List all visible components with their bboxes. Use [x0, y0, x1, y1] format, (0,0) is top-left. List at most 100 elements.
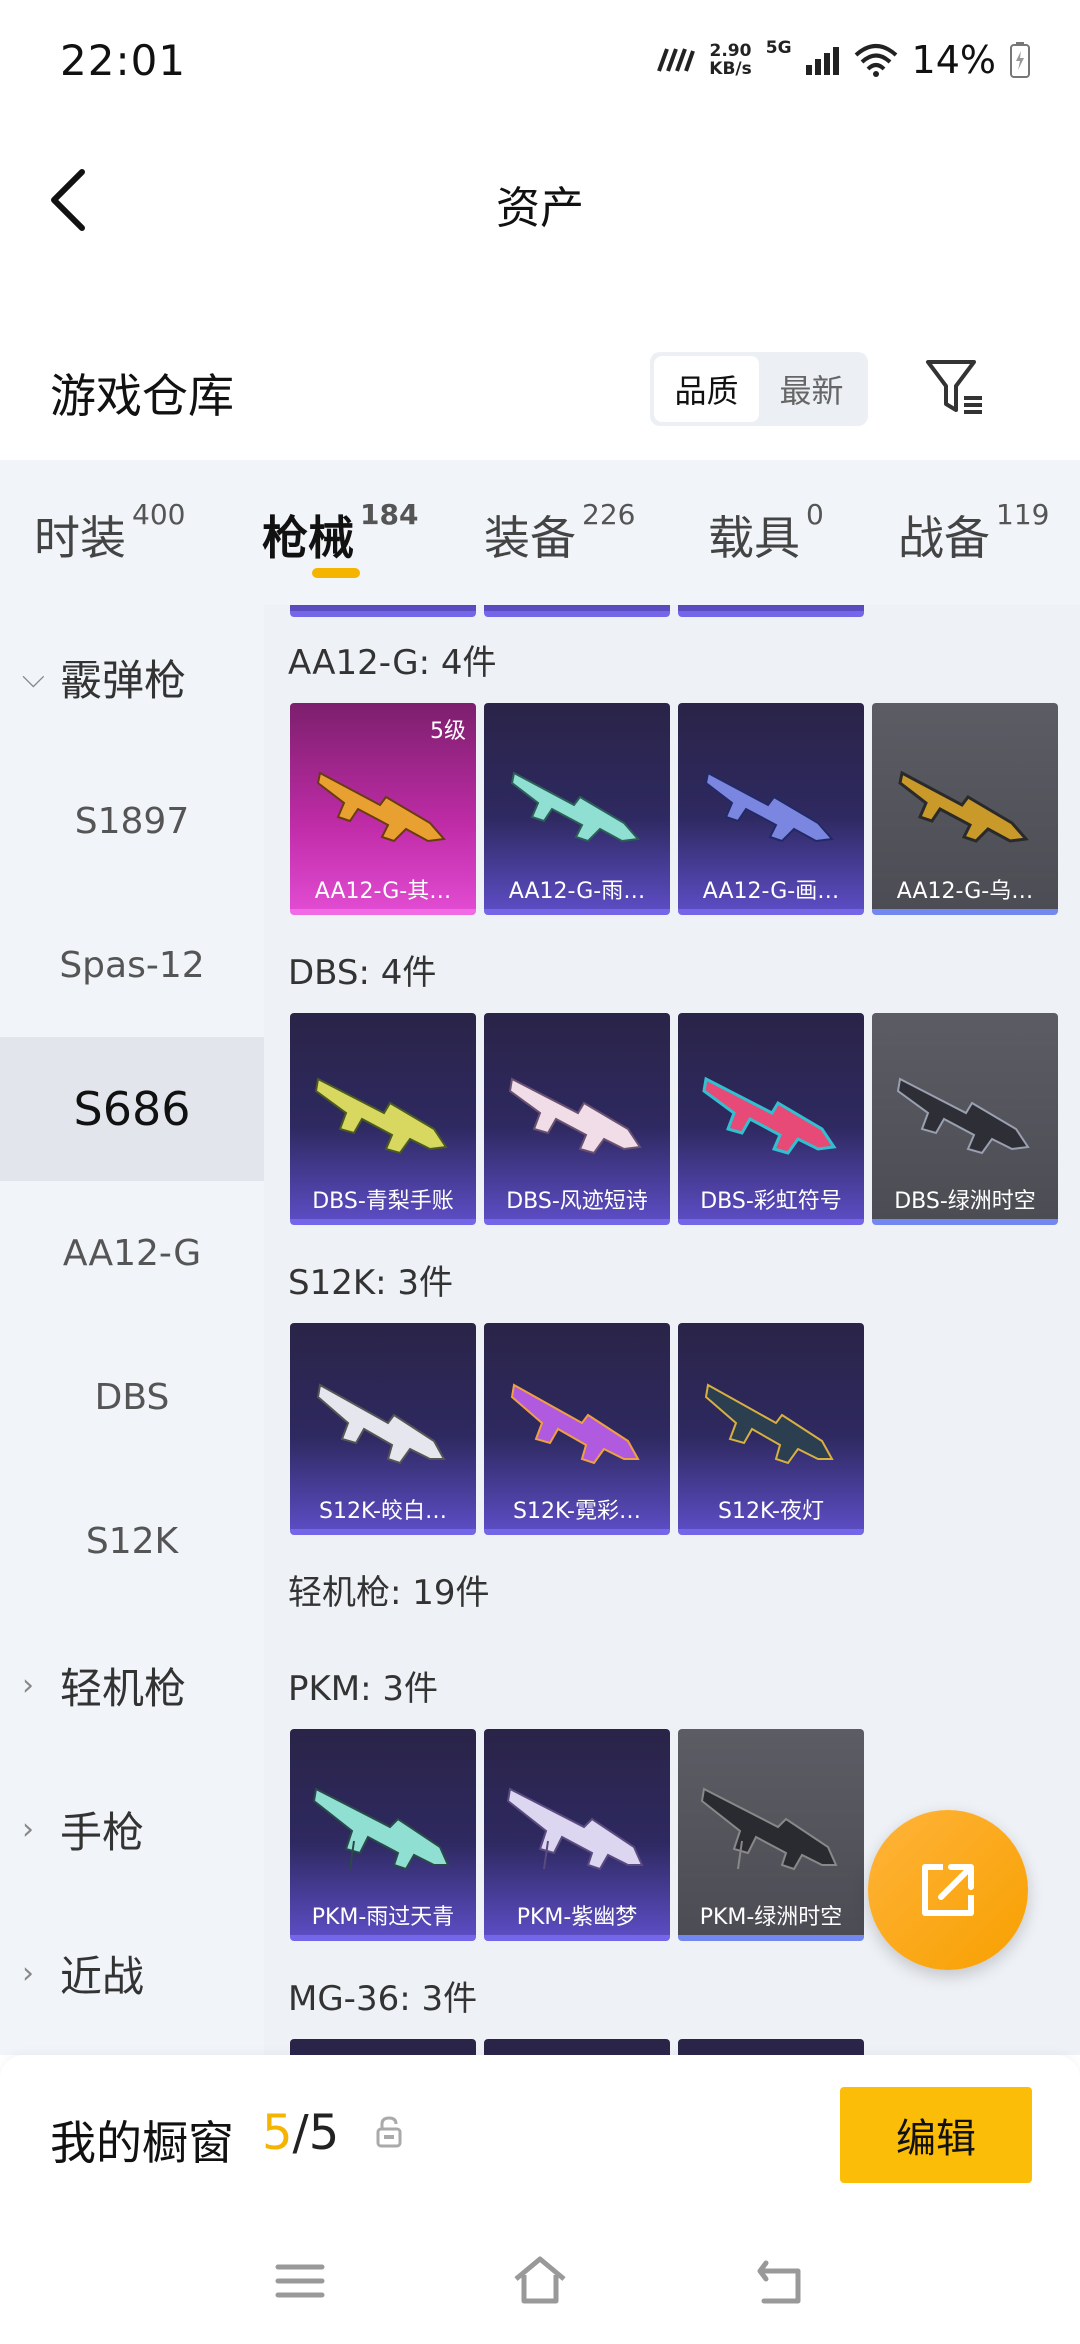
share-external-icon	[922, 1864, 974, 1916]
showcase-count: 5/5	[262, 2105, 340, 2161]
weapon-card[interactable]: DBS-青梨手账	[290, 1013, 476, 1225]
page-title: 资产	[496, 183, 584, 234]
section-title-mg36: MG-36: 3件	[288, 1979, 478, 2019]
weapon-card-name: S12K-皎白…	[318, 1499, 447, 1524]
gun-image-icon	[898, 770, 1029, 843]
weapon-card[interactable]: AA12-G-画…	[678, 703, 864, 915]
weapon-card-partial[interactable]	[484, 2039, 670, 2055]
sidebar-item-dbs[interactable]: DBS	[0, 1325, 264, 1469]
status-icons: 2.90 KB/s 5G 14%	[655, 38, 1030, 82]
gun-image-icon	[510, 1383, 640, 1465]
sidebar-group-pistol[interactable]: › 手枪	[0, 1757, 264, 1901]
sidebar-group-shotgun[interactable]: ⌵ 霰弹枪	[0, 605, 264, 749]
status-bar: 22:01 2.90 KB/s 5G 14%	[0, 0, 1080, 120]
weapon-card-name: PKM-紫幽梦	[516, 1905, 638, 1930]
weapon-card[interactable]: S12K-皎白…	[290, 1323, 476, 1535]
weapon-card-name: DBS-绿洲时空	[894, 1189, 1036, 1214]
sidebar-item-s686[interactable]: S686	[0, 1037, 264, 1181]
gun-image-icon	[510, 771, 640, 843]
battery-icon	[1010, 42, 1030, 78]
status-time: 22:01	[60, 36, 187, 85]
section-title-pkm: PKM: 3件	[288, 1669, 439, 1709]
chevron-right-icon: ›	[22, 1811, 34, 1847]
wifi-icon	[854, 44, 897, 77]
sort-newest-button[interactable]: 最新	[759, 356, 864, 422]
edit-button[interactable]: 编辑	[840, 2087, 1032, 2183]
weapon-card-name: AA12-G-其…	[314, 879, 452, 904]
chevron-down-icon: ⌵	[22, 659, 45, 695]
gun-image-icon	[896, 1077, 1030, 1155]
gun-image-icon	[702, 1076, 837, 1155]
sidebar-item-s1897[interactable]: S1897	[0, 749, 264, 893]
back-icon[interactable]	[752, 2253, 808, 2309]
sidebar-group-melee[interactable]: › 近战	[0, 1901, 264, 2045]
weapon-card[interactable]: DBS-风迹短诗	[484, 1013, 670, 1225]
share-fab-button[interactable]	[868, 1810, 1028, 1970]
weapon-card[interactable]: DBS-彩虹符号	[678, 1013, 864, 1225]
weapon-card[interactable]: PKM-雨过天青	[290, 1729, 476, 1941]
showcase-bar: 我的橱窗 5/5 编辑	[0, 2055, 1080, 2215]
weapon-card[interactable]: PKM-紫幽梦	[484, 1729, 670, 1941]
gun-image-icon	[700, 1787, 838, 1871]
weapon-card-partial[interactable]	[678, 605, 864, 617]
weapon-card[interactable]: AA12-G-乌…	[872, 703, 1058, 915]
showcase-label: 我的橱窗	[50, 2116, 234, 2170]
weapon-card[interactable]: PKM-绿洲时空	[678, 1729, 864, 1941]
weapon-card[interactable]: DBS-绿洲时空	[872, 1013, 1058, 1225]
gun-image-icon	[508, 1077, 642, 1155]
gun-image-icon	[316, 771, 446, 843]
weapon-card-name: DBS-风迹短诗	[506, 1189, 648, 1214]
warehouse-label: 游戏仓库	[50, 369, 234, 423]
weapon-card[interactable]: S12K-霓彩…	[484, 1323, 670, 1535]
section-title-lmg: 轻机枪: 19件	[288, 1573, 490, 1613]
tab-vehicles[interactable]: 载具 0	[708, 498, 824, 568]
section-title-dbs: DBS: 4件	[288, 953, 437, 993]
gun-image-icon	[506, 1787, 644, 1871]
system-nav-bar	[0, 2215, 1080, 2344]
gun-image-icon	[704, 1383, 834, 1465]
sort-toggle: 品质 最新	[650, 352, 868, 426]
tab-supplies[interactable]: 战备 119	[898, 498, 1049, 568]
sidebar-group-lmg[interactable]: › 轻机枪	[0, 1613, 264, 1757]
sidebar-item-aa12g[interactable]: AA12-G	[0, 1181, 264, 1325]
gun-image-icon	[704, 771, 834, 843]
chevron-right-icon: ›	[22, 1667, 34, 1703]
lock-icon	[376, 2116, 402, 2148]
filter-icon[interactable]	[922, 354, 988, 420]
weapon-card-partial[interactable]	[290, 605, 476, 617]
sort-quality-button[interactable]: 品质	[654, 356, 759, 422]
sidebar-item-s12k[interactable]: S12K	[0, 1469, 264, 1613]
gun-image-icon	[312, 1787, 450, 1871]
weapon-card-name: PKM-雨过天青	[311, 1905, 455, 1930]
weapon-card[interactable]: 5级 AA12-G-其…	[290, 703, 476, 915]
weapon-card[interactable]: AA12-G-雨…	[484, 703, 670, 915]
category-tabs: 时装 400 枪械 184 装备 226 载具 0 战备 119	[0, 460, 1080, 605]
carrier-icon	[657, 48, 696, 72]
weapon-card[interactable]: S12K-夜灯	[678, 1323, 864, 1535]
section-title-aa12g: AA12-G: 4件	[288, 643, 497, 683]
weapon-card-name: DBS-青梨手账	[312, 1189, 454, 1214]
top-header: 资产	[0, 120, 1080, 280]
battery-percent: 14%	[911, 38, 996, 82]
level-badge: 5级	[430, 719, 466, 744]
net-speed: 2.90 KB/s	[709, 41, 752, 79]
tab-equipment[interactable]: 装备 226	[484, 498, 635, 568]
weapon-card-partial[interactable]	[678, 2039, 864, 2055]
network-type: 5G	[765, 38, 792, 58]
weapon-card-partial[interactable]	[484, 605, 670, 617]
home-icon[interactable]	[512, 2253, 568, 2309]
gun-image-icon	[314, 1077, 448, 1155]
weapon-card-partial[interactable]	[290, 2039, 476, 2055]
weapon-card-name: S12K-夜灯	[717, 1499, 824, 1524]
signal-icon	[805, 47, 839, 75]
weapon-card-name: DBS-彩虹符号	[700, 1189, 842, 1214]
weapon-card-name: AA12-G-画…	[702, 879, 840, 904]
tab-firearms[interactable]: 枪械 184	[262, 498, 418, 568]
tab-fashion[interactable]: 时装 400	[34, 498, 185, 568]
sidebar-item-spas12[interactable]: Spas-12	[0, 893, 264, 1037]
warehouse-header: 游戏仓库 品质 最新	[0, 330, 1080, 460]
weapon-card-name: AA12-G-雨…	[508, 879, 646, 904]
weapon-sidebar: ⌵ 霰弹枪 S1897 Spas-12 S686 AA12-G DBS S12K…	[0, 605, 264, 2055]
menu-icon[interactable]	[272, 2253, 328, 2309]
weapon-card-name: S12K-霓彩…	[512, 1499, 641, 1524]
